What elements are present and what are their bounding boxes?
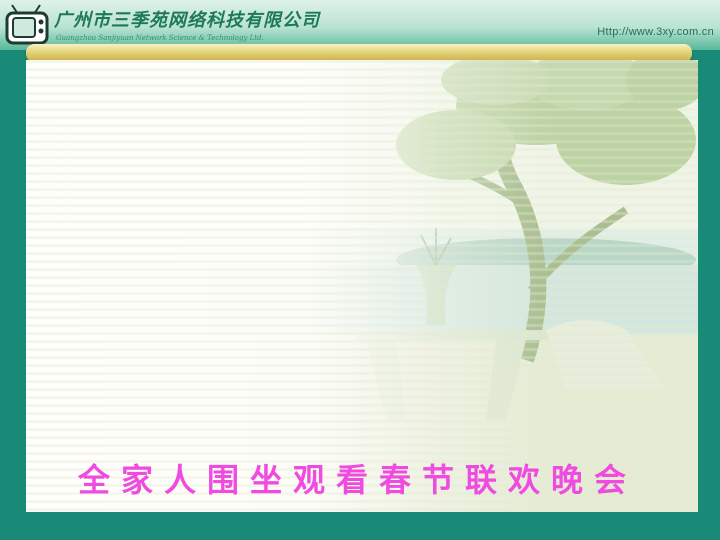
tv-logo-icon — [4, 4, 50, 46]
header-band: 广州市三季苑网络科技有限公司 Guangzhou Sanjiyuan Netwo… — [0, 0, 720, 50]
panel-stripe-overlay — [26, 60, 698, 512]
content-panel — [26, 60, 698, 512]
bottom-band — [0, 512, 720, 540]
company-name-chinese: 广州市三季苑网络科技有限公司 — [54, 10, 320, 31]
company-name-english: Guangzhou Sanjiyuan Network Science & Te… — [56, 34, 264, 42]
company-url: Http://www.3xy.com.cn — [597, 26, 714, 38]
slide-title: 全家人围坐观看春节联欢晚会 — [78, 461, 638, 499]
